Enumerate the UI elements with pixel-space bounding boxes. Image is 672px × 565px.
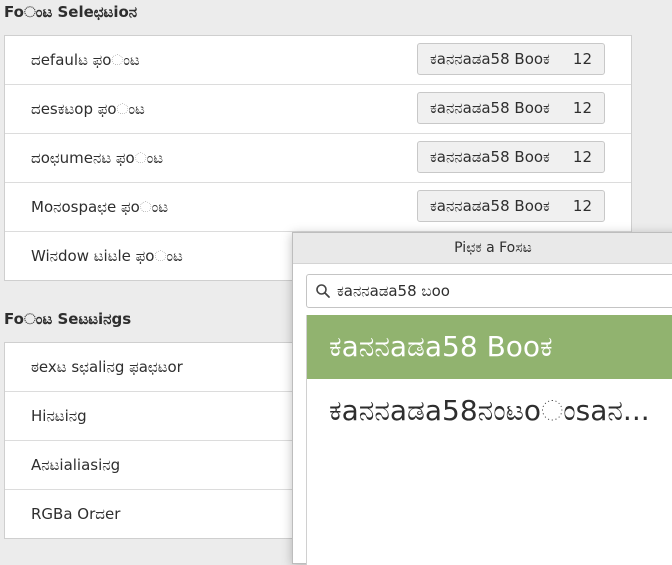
monospace-font-size: 12 (572, 197, 592, 215)
font-search-input[interactable] (337, 282, 657, 300)
fonts-section-title: Foಂಟ Seleಛಟioನ (4, 3, 138, 21)
search-icon (315, 283, 331, 299)
document-font-size: 12 (572, 148, 592, 166)
font-result-item[interactable]: ಕaನನaಡa58ನಂಟoಂsaನ... (307, 379, 672, 443)
document-font-label: ದoಛumeನಟ ಫoಂಟ (31, 149, 164, 167)
default-font-label: ದefaulಟ ಫoಂಟ (31, 51, 140, 69)
desktop-font-size: 12 (572, 99, 592, 117)
document-font-button[interactable]: ಕaನನaಡa58 Booಕ 12 (417, 141, 605, 173)
default-font-row: ದefaulಟ ಫoಂಟ ಕaನನaಡa58 Booಕ 12 (5, 36, 631, 85)
font-search-box[interactable] (306, 274, 672, 308)
dialog-titlebar[interactable]: Piಛಕ a Foಸಟ (293, 233, 672, 264)
window-title-font-label: Wiನdow ಟiಟle ಫoಂಟ (31, 247, 183, 265)
font-result-name: ಕaನನaಡa58 Booಕ (329, 330, 553, 363)
desktop-font-row: ದesಕಟop ಫoಂಟ ಕaನನaಡa58 Booಕ 12 (5, 85, 631, 134)
desktop-font-name: ಕaನನaಡa58 Booಕ (430, 99, 550, 117)
pick-font-dialog: Piಛಕ a Foಸಟ ಕaನನaಡa58 Booಕ ಕaನನaಡa58ನಂಟo… (292, 232, 672, 565)
settings-section-title: Foಂಟ Seಟಟiನgs (4, 310, 132, 328)
dialog-title: Piಛಕ a Foಸಟ (454, 240, 532, 256)
monospace-font-name: ಕaನನaಡa58 Booಕ (430, 197, 550, 215)
desktop-font-button[interactable]: ಕaನನaಡa58 Booಕ 12 (417, 92, 605, 124)
font-result-item[interactable]: ಕaನನaಡa58 Booಕ (307, 315, 672, 379)
monospace-font-button[interactable]: ಕaನನaಡa58 Booಕ 12 (417, 190, 605, 222)
document-font-row: ದoಛumeನಟ ಫoಂಟ ಕaನನaಡa58 Booಕ 12 (5, 134, 631, 183)
rgba-order-label: RGBa Orದer (31, 505, 121, 523)
antialiasing-label: Aನಟialiasiನg (31, 456, 121, 474)
font-results-list: ಕaನನaಡa58 Booಕ ಕaನನaಡa58ನಂಟoಂsaನ... (306, 315, 672, 565)
document-font-name: ಕaನನaಡa58 Booಕ (430, 148, 550, 166)
default-font-name: ಕaನನaಡa58 Booಕ (430, 50, 550, 68)
monospace-font-label: Moನospaಛe ಫoಂಟ (31, 198, 169, 216)
monospace-font-row: Moನospaಛe ಫoಂಟ ಕaನನaಡa58 Booಕ 12 (5, 183, 631, 232)
desktop-font-label: ದesಕಟop ಫoಂಟ (31, 100, 145, 118)
text-scaling-label: ಠexಟ sಛaliನg ಫaಛಟor (31, 358, 183, 376)
default-font-size: 12 (572, 50, 592, 68)
font-result-name: ಕaನನaಡa58ನಂಟoಂsaನ... (329, 394, 650, 427)
default-font-button[interactable]: ಕaನನaಡa58 Booಕ 12 (417, 43, 605, 75)
hinting-label: Hiನಟiನg (31, 407, 87, 425)
